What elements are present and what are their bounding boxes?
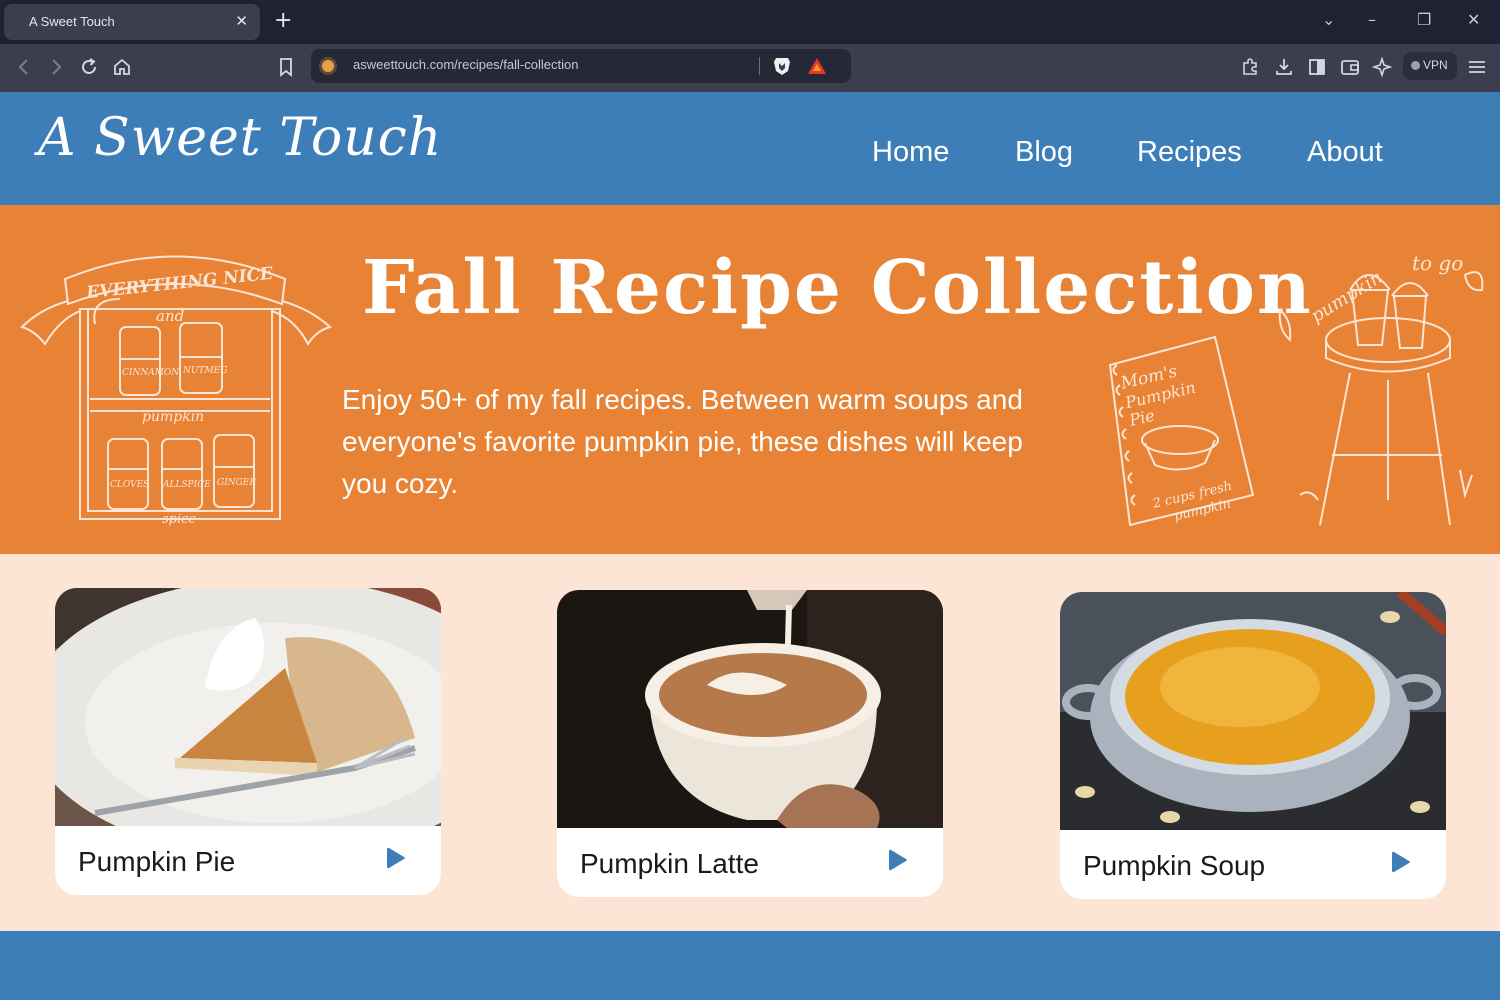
tab-list-dropdown-icon[interactable]: ⌄	[1322, 10, 1335, 29]
doodle-text-cloves: CLOVES	[110, 480, 149, 490]
play-arrow-icon[interactable]	[888, 848, 908, 872]
hero-title: Fall Recipe Collection	[362, 245, 1313, 331]
vpn-status-icon	[1411, 61, 1420, 70]
browser-tab-bar: A Sweet Touch ✕ + ⌄ – ❐ ✕	[0, 0, 1500, 44]
back-icon[interactable]	[13, 56, 35, 78]
recipe-card-grid: Pumpkin Pie Pumpkin Latte Pumpkin Soup	[0, 554, 1500, 930]
doodle-text-allspice: ALLSPICE	[162, 480, 211, 490]
site-logo[interactable]: A Sweet Touch	[38, 108, 442, 168]
menu-icon[interactable]	[1466, 56, 1488, 78]
nav-blog[interactable]: Blog	[1015, 136, 1073, 169]
close-window-icon[interactable]: ✕	[1467, 10, 1480, 29]
reload-icon[interactable]	[78, 56, 100, 78]
doodle-text-pumpkin: pumpkin	[142, 409, 204, 425]
vpn-label: VPN	[1423, 58, 1448, 72]
url-divider	[759, 57, 760, 75]
play-arrow-icon[interactable]	[386, 846, 406, 870]
site-info-icon[interactable]	[319, 57, 337, 75]
forward-icon[interactable]	[45, 56, 67, 78]
doodle-text-spice: spice	[162, 512, 196, 527]
browser-toolbar: asweettouch.com/recipes/fall-collection …	[0, 44, 1500, 92]
spice-shelf-doodle: EVERYTHING NICE and pumpkin spice CINNAM…	[20, 255, 333, 527]
doodle-text-nutmeg: NUTMEG	[182, 366, 227, 376]
leo-ai-icon[interactable]	[1371, 56, 1394, 78]
new-tab-button[interactable]: +	[274, 8, 292, 34]
card-title[interactable]: Pumpkin Latte	[580, 848, 759, 880]
doodle-text-cinnamon: CINNAMON	[122, 368, 180, 378]
site-header: A Sweet Touch Home Blog Recipes About	[0, 92, 1500, 205]
pumpkin-to-go-doodle: pumpkin to go	[1278, 251, 1484, 526]
hero-banner: EVERYTHING NICE and pumpkin spice CINNAM…	[0, 205, 1500, 554]
downloads-icon[interactable]	[1273, 56, 1295, 78]
recipe-card-pumpkin-pie[interactable]: Pumpkin Pie	[55, 588, 441, 895]
doodle-text-to-go: to go	[1412, 251, 1463, 275]
sidebar-icon[interactable]	[1306, 56, 1328, 78]
hero-description: Enjoy 50+ of my fall recipes. Between wa…	[342, 384, 1023, 499]
doodle-text-ginger: GINGER	[217, 478, 256, 488]
brave-shields-icon[interactable]	[773, 56, 791, 76]
recipe-book-doodle: Mom's Pumpkin Pie 2 cups fresh pumpkin	[1108, 335, 1255, 527]
tab-close-icon[interactable]: ✕	[235, 12, 248, 30]
extensions-icon[interactable]	[1239, 56, 1261, 78]
card-title[interactable]: Pumpkin Pie	[78, 846, 235, 878]
home-icon[interactable]	[111, 56, 133, 78]
pumpkin-soup-image[interactable]	[1060, 592, 1446, 830]
nav-recipes[interactable]: Recipes	[1137, 136, 1242, 169]
recipe-card-pumpkin-soup[interactable]: Pumpkin Soup	[1060, 592, 1446, 899]
wallet-icon[interactable]	[1339, 56, 1361, 78]
doodle-text-and: and	[156, 307, 184, 325]
brave-rewards-icon[interactable]	[807, 56, 827, 76]
pumpkin-latte-image[interactable]	[557, 590, 943, 828]
doodle-text-everything-nice: EVERYTHING NICE	[84, 264, 275, 304]
tab-title: A Sweet Touch	[29, 14, 115, 29]
bookmark-icon[interactable]	[275, 56, 297, 78]
vpn-button[interactable]: VPN	[1403, 52, 1457, 80]
nav-home[interactable]: Home	[872, 136, 949, 169]
url-text[interactable]: asweettouch.com/recipes/fall-collection	[353, 57, 578, 72]
play-arrow-icon[interactable]	[1391, 850, 1411, 874]
minimize-icon[interactable]: –	[1368, 10, 1376, 29]
restore-icon[interactable]: ❐	[1417, 10, 1431, 29]
site-footer	[0, 931, 1500, 1000]
browser-tab[interactable]: A Sweet Touch ✕	[4, 4, 260, 40]
recipe-card-pumpkin-latte[interactable]: Pumpkin Latte	[557, 590, 943, 897]
card-title[interactable]: Pumpkin Soup	[1083, 850, 1265, 882]
web-page: A Sweet Touch Home Blog Recipes About EV…	[0, 92, 1500, 1000]
nav-about[interactable]: About	[1307, 136, 1383, 169]
address-bar[interactable]: asweettouch.com/recipes/fall-collection	[311, 49, 851, 83]
pumpkin-pie-image[interactable]	[55, 588, 441, 826]
